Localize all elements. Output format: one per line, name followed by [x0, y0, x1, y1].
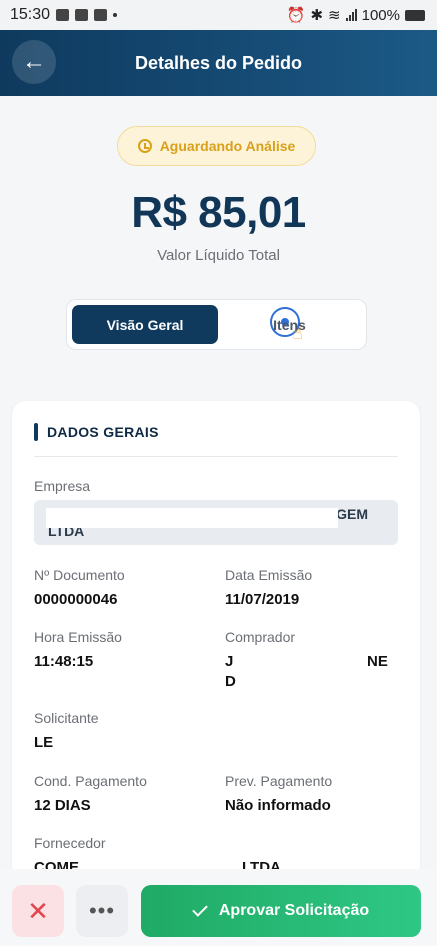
tab-label: Visão Geral	[106, 316, 184, 333]
status-badge-label: Aguardando Análise	[159, 138, 296, 154]
total-amount-label: Valor Líquido Total	[157, 247, 280, 264]
divider	[34, 456, 398, 457]
battery-icon	[405, 9, 425, 21]
tab-itens[interactable]: Itens ☝	[218, 305, 361, 344]
pointer-hand-icon: ☝	[292, 323, 303, 343]
signal-icon	[345, 9, 357, 21]
app-header: ← Detalhes do Pedido	[0, 30, 437, 96]
section-header: DADOS GERAIS	[34, 423, 159, 441]
data-emissao-value: 11/07/2019	[225, 591, 300, 608]
arrow-left-icon: ←	[22, 48, 46, 75]
alarm-icon: ⏰	[286, 7, 306, 24]
solicitante-label: Solicitante	[34, 710, 99, 726]
clock-time: 15:30	[10, 6, 51, 23]
details-card: DADOS GERAIS Empresa GEM LTDA Nº Documen…	[12, 401, 420, 921]
wifi-icon: ≋	[328, 7, 341, 24]
bluetooth-icon: ✱	[310, 7, 324, 24]
more-horizontal-icon: •••	[88, 898, 116, 923]
comprador-value-end: NE	[367, 653, 388, 670]
comprador-label: Comprador	[225, 629, 296, 645]
data-emissao-label: Data Emissão	[225, 567, 313, 583]
documento-label: Nº Documento	[34, 567, 125, 583]
solicitante-value: LE	[34, 734, 54, 751]
prev-pagamento-value: Não informado	[225, 797, 331, 814]
empresa-value: GEM LTDA	[34, 500, 398, 545]
close-icon: ✕	[27, 895, 49, 926]
back-button[interactable]: ←	[12, 40, 56, 84]
fornecedor-label: Fornecedor	[34, 835, 106, 851]
section-accent-bar	[34, 423, 38, 441]
cond-pagamento-value: 12 DIAS	[34, 797, 91, 814]
clock-icon	[137, 139, 152, 153]
tab-visao-geral[interactable]: Visão Geral	[72, 305, 218, 344]
notification-icon	[94, 9, 108, 21]
hora-emissao-label: Hora Emissão	[34, 629, 122, 645]
tab-bar: Visão Geral Itens ☝	[66, 299, 367, 350]
page-title: Detalhes do Pedido	[134, 52, 303, 73]
status-bar: 15:30 ⏰ ✱ ≋ 100%	[0, 0, 437, 30]
notification-icon	[75, 9, 89, 21]
prev-pagamento-label: Prev. Pagamento	[225, 773, 333, 789]
section-title: DADOS GERAIS	[47, 424, 159, 440]
cond-pagamento-label: Cond. Pagamento	[34, 773, 147, 789]
comprador-value-line2: D	[225, 673, 236, 690]
comprador-value: J	[225, 653, 234, 670]
total-amount: R$ 85,01	[131, 188, 306, 237]
documento-value: 0000000046	[34, 591, 118, 608]
redaction	[46, 508, 338, 528]
approve-button[interactable]: Aprovar Solicitação	[141, 885, 421, 937]
empresa-label: Empresa	[34, 478, 91, 494]
reject-button[interactable]: ✕	[12, 885, 64, 937]
more-options-button[interactable]: •••	[76, 885, 128, 937]
check-icon	[192, 901, 208, 917]
battery-level: 100%	[361, 6, 400, 24]
status-badge: Aguardando Análise	[117, 126, 316, 166]
notification-icon	[56, 9, 70, 21]
approve-button-label: Aprovar Solicitação	[218, 902, 370, 919]
hora-emissao-value: 11:48:15	[34, 653, 94, 670]
action-bar: ✕ ••• Aprovar Solicitação	[0, 869, 437, 946]
more-notifications-icon	[113, 13, 118, 17]
